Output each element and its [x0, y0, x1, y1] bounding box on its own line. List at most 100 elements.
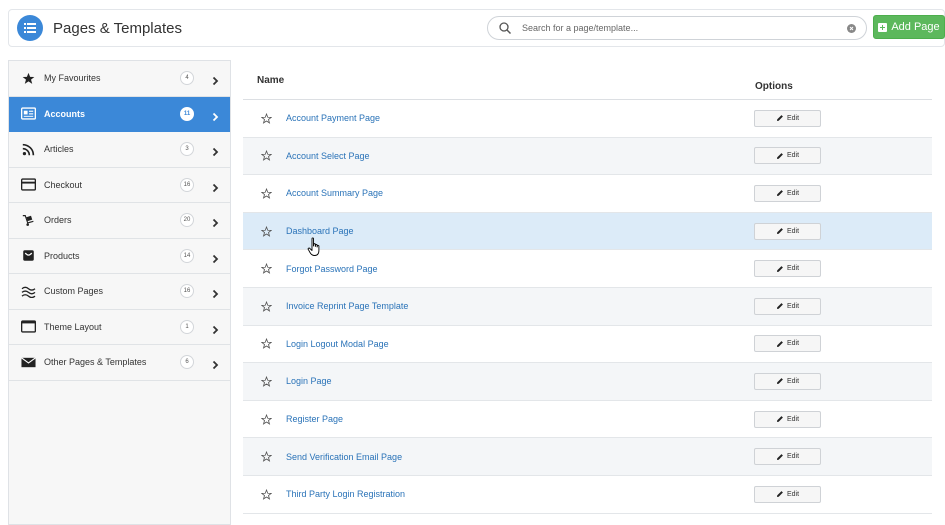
- add-page-button[interactable]: Add Page: [873, 15, 945, 39]
- favourite-star-icon[interactable]: [261, 488, 272, 500]
- column-header-options: Options: [755, 81, 793, 92]
- edit-label: Edit: [786, 490, 800, 498]
- table-row: Account Select Page Edit: [243, 137, 932, 176]
- table-row: Login Logout Modal Page Edit: [243, 326, 932, 364]
- edit-label: Edit: [786, 453, 800, 461]
- chevron-right-icon: [210, 286, 220, 299]
- count-badge: 16: [180, 284, 194, 299]
- pencil-icon: [776, 115, 783, 122]
- clear-search-icon[interactable]: [847, 24, 856, 33]
- edit-label: Edit: [786, 265, 800, 273]
- edit-button[interactable]: Edit: [754, 260, 821, 278]
- favourite-star-icon[interactable]: [261, 112, 272, 124]
- sidebar-item-my-favourites[interactable]: My Favourites 4: [9, 61, 230, 97]
- chevron-right-icon: [210, 73, 220, 86]
- edit-button[interactable]: Edit: [754, 485, 821, 503]
- page-link[interactable]: Login Page: [286, 376, 332, 386]
- edit-label: Edit: [786, 377, 800, 385]
- edit-button[interactable]: Edit: [754, 448, 821, 466]
- favourite-star-icon[interactable]: [261, 300, 272, 312]
- credit-card-icon: [20, 178, 36, 192]
- search-input[interactable]: [522, 23, 822, 33]
- truck-icon: [20, 213, 36, 227]
- table-row: Login Page Edit: [243, 363, 932, 401]
- edit-button[interactable]: Edit: [754, 147, 821, 165]
- count-badge: 14: [180, 248, 194, 263]
- page-link[interactable]: Dashboard Page: [286, 226, 354, 236]
- edit-label: Edit: [786, 227, 800, 235]
- table-row: Register Page Edit: [243, 401, 932, 439]
- sidebar-item-label: Checkout: [44, 179, 83, 190]
- favourite-star-icon[interactable]: [261, 375, 272, 387]
- sidebar-item-label: My Favourites: [44, 73, 101, 84]
- sidebar-item-accounts[interactable]: Accounts 11: [9, 96, 230, 132]
- page-link[interactable]: Login Logout Modal Page: [286, 339, 389, 349]
- pencil-icon: [776, 453, 783, 460]
- page-link[interactable]: Third Party Login Registration: [286, 489, 405, 499]
- pencil-icon: [776, 228, 783, 235]
- list-icon: [17, 15, 43, 41]
- sidebar-item-label: Accounts: [44, 108, 86, 119]
- sidebar-item-products[interactable]: Products 14: [9, 239, 230, 274]
- page-link[interactable]: Send Verification Email Page: [286, 452, 402, 462]
- edit-button[interactable]: Edit: [754, 297, 821, 315]
- header-bar: Pages & Templates Add Page: [8, 9, 945, 47]
- edit-button[interactable]: Edit: [754, 335, 821, 353]
- chevron-right-icon: [210, 322, 220, 334]
- edit-button[interactable]: Edit: [754, 372, 821, 390]
- pencil-icon: [776, 491, 783, 498]
- favourite-star-icon[interactable]: [261, 413, 272, 425]
- rss-icon: [20, 142, 36, 156]
- column-header-name: Name: [257, 75, 285, 86]
- table-row: Account Payment Page Edit: [243, 100, 932, 138]
- edit-button[interactable]: Edit: [754, 184, 821, 202]
- favourite-star-icon[interactable]: [261, 187, 272, 199]
- count-badge: 6: [180, 355, 194, 370]
- pencil-icon: [776, 152, 783, 159]
- pencil-icon: [776, 340, 783, 347]
- page-title: Pages & Templates: [53, 19, 182, 37]
- count-badge: 16: [180, 177, 194, 192]
- edit-button[interactable]: Edit: [754, 109, 821, 127]
- pencil-icon: [776, 378, 783, 385]
- sidebar-item-orders[interactable]: Orders 20: [9, 203, 230, 239]
- sidebar-item-label: Orders: [44, 215, 72, 226]
- table-row: Account Summary Page Edit: [243, 175, 932, 213]
- sidebar-item-label: Theme Layout: [44, 321, 102, 332]
- edit-label: Edit: [786, 152, 800, 160]
- favourite-star-icon[interactable]: [261, 338, 272, 350]
- favourite-star-icon[interactable]: [261, 451, 272, 462]
- favourite-star-icon[interactable]: [261, 225, 272, 237]
- sidebar-item-other-pages-templates[interactable]: Other Pages & Templates 6: [9, 345, 230, 381]
- page-link[interactable]: Register Page: [286, 414, 343, 424]
- page-link[interactable]: Account Summary Page: [286, 188, 383, 198]
- favourite-star-icon[interactable]: [261, 263, 272, 275]
- pencil-icon: [776, 303, 783, 310]
- search-icon: [499, 22, 512, 35]
- sidebar-item-custom-pages[interactable]: Custom Pages 16: [9, 274, 230, 310]
- chevron-right-icon: [210, 144, 220, 157]
- chevron-right-icon: [210, 215, 220, 228]
- pencil-icon: [776, 190, 783, 197]
- plus-icon: [878, 22, 888, 32]
- sidebar-item-checkout[interactable]: Checkout 16: [9, 168, 230, 203]
- count-badge: 1: [180, 319, 194, 334]
- category-sidebar: My Favourites 4 Accounts 11 Articles 3 Checkou…: [8, 60, 231, 525]
- sidebar-item-articles[interactable]: Articles 3: [9, 132, 230, 168]
- table-row: Third Party Login Registration Edit: [243, 476, 932, 514]
- page-link[interactable]: Invoice Reprint Page Template: [286, 301, 408, 311]
- page-link[interactable]: Forgot Password Page: [286, 264, 378, 274]
- page-link[interactable]: Account Select Page: [286, 151, 370, 161]
- envelope-icon: [20, 355, 36, 369]
- pencil-icon: [776, 265, 783, 272]
- sidebar-item-label: Products: [44, 250, 80, 261]
- edit-button[interactable]: Edit: [754, 222, 821, 240]
- search-box[interactable]: [487, 16, 867, 40]
- sidebar-item-label: Custom Pages: [44, 286, 104, 297]
- page-link[interactable]: Account Payment Page: [286, 113, 380, 123]
- favourite-star-icon[interactable]: [261, 150, 272, 162]
- sidebar-item-theme-layout[interactable]: Theme Layout 1: [9, 310, 230, 345]
- chevron-right-icon: [210, 251, 220, 263]
- pages-table: Name Options Account Payment Page Edit Acc…: [243, 62, 932, 514]
- edit-button[interactable]: Edit: [754, 410, 821, 428]
